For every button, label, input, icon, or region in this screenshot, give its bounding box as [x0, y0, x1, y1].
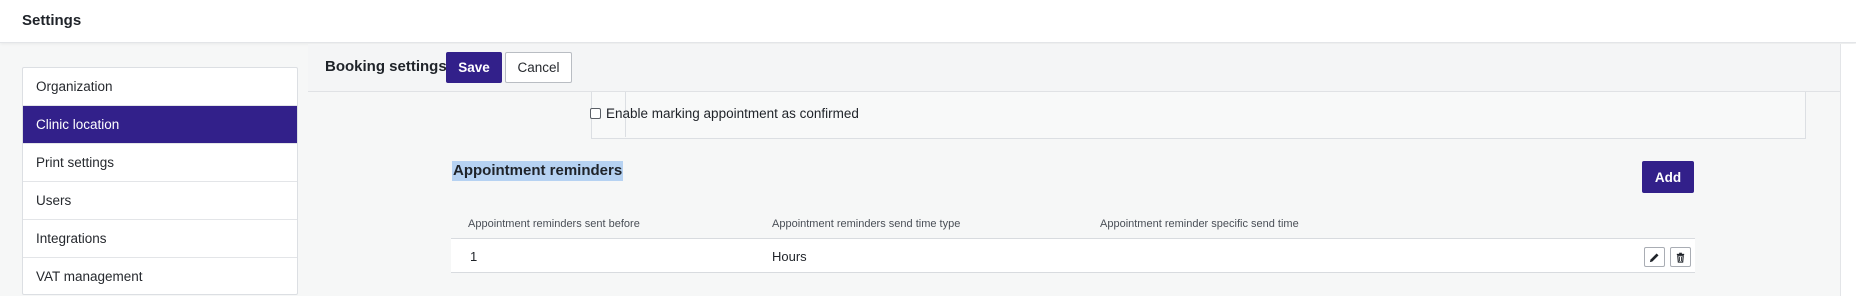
cancel-button[interactable]: Cancel: [505, 52, 572, 83]
sidebar-item-clinic-location[interactable]: Clinic location: [23, 106, 297, 144]
confirm-appointment-option[interactable]: Enable marking appointment as confirmed: [590, 106, 859, 121]
sidebar-item-organization[interactable]: Organization: [23, 68, 297, 106]
add-reminder-button[interactable]: Add: [1642, 161, 1694, 193]
pencil-icon: [1649, 252, 1659, 262]
confirm-appointment-label: Enable marking appointment as confirmed: [606, 106, 859, 121]
delete-reminder-button[interactable]: [1670, 247, 1691, 267]
section-header: Booking settings Save Cancel: [308, 44, 1840, 92]
save-button[interactable]: Save: [446, 52, 502, 83]
sidebar-item-integrations[interactable]: Integrations: [23, 220, 297, 258]
cell-sent-before: 1: [470, 249, 478, 264]
section-title: Booking settings: [325, 58, 447, 75]
app-header: Settings: [0, 0, 1856, 43]
confirm-appointment-checkbox[interactable]: [590, 108, 601, 119]
settings-sidebar: Organization Clinic location Print setti…: [22, 67, 298, 295]
scrollbar-track[interactable]: [1840, 44, 1856, 296]
settings-main-panel: Booking settings Save Cancel Enable mark…: [308, 44, 1840, 296]
table-row: 1 Hours: [451, 239, 1695, 273]
trash-icon: [1676, 252, 1685, 263]
table-header: Appointment reminders sent before Appoin…: [451, 209, 1695, 239]
sidebar-item-users[interactable]: Users: [23, 182, 297, 220]
column-header-specific-time: Appointment reminder specific send time: [1100, 218, 1299, 230]
cell-time-type: Hours: [772, 249, 807, 264]
page-title: Settings: [22, 12, 82, 29]
edit-reminder-button[interactable]: [1644, 247, 1665, 267]
reminders-table: Appointment reminders sent before Appoin…: [451, 209, 1695, 273]
reminders-title: Appointment reminders: [452, 161, 624, 181]
sidebar-item-print-settings[interactable]: Print settings: [23, 144, 297, 182]
sidebar-item-vat-management[interactable]: VAT management: [23, 258, 297, 294]
column-header-time-type: Appointment reminders send time type: [772, 218, 961, 230]
column-header-sent-before: Appointment reminders sent before: [468, 218, 640, 230]
